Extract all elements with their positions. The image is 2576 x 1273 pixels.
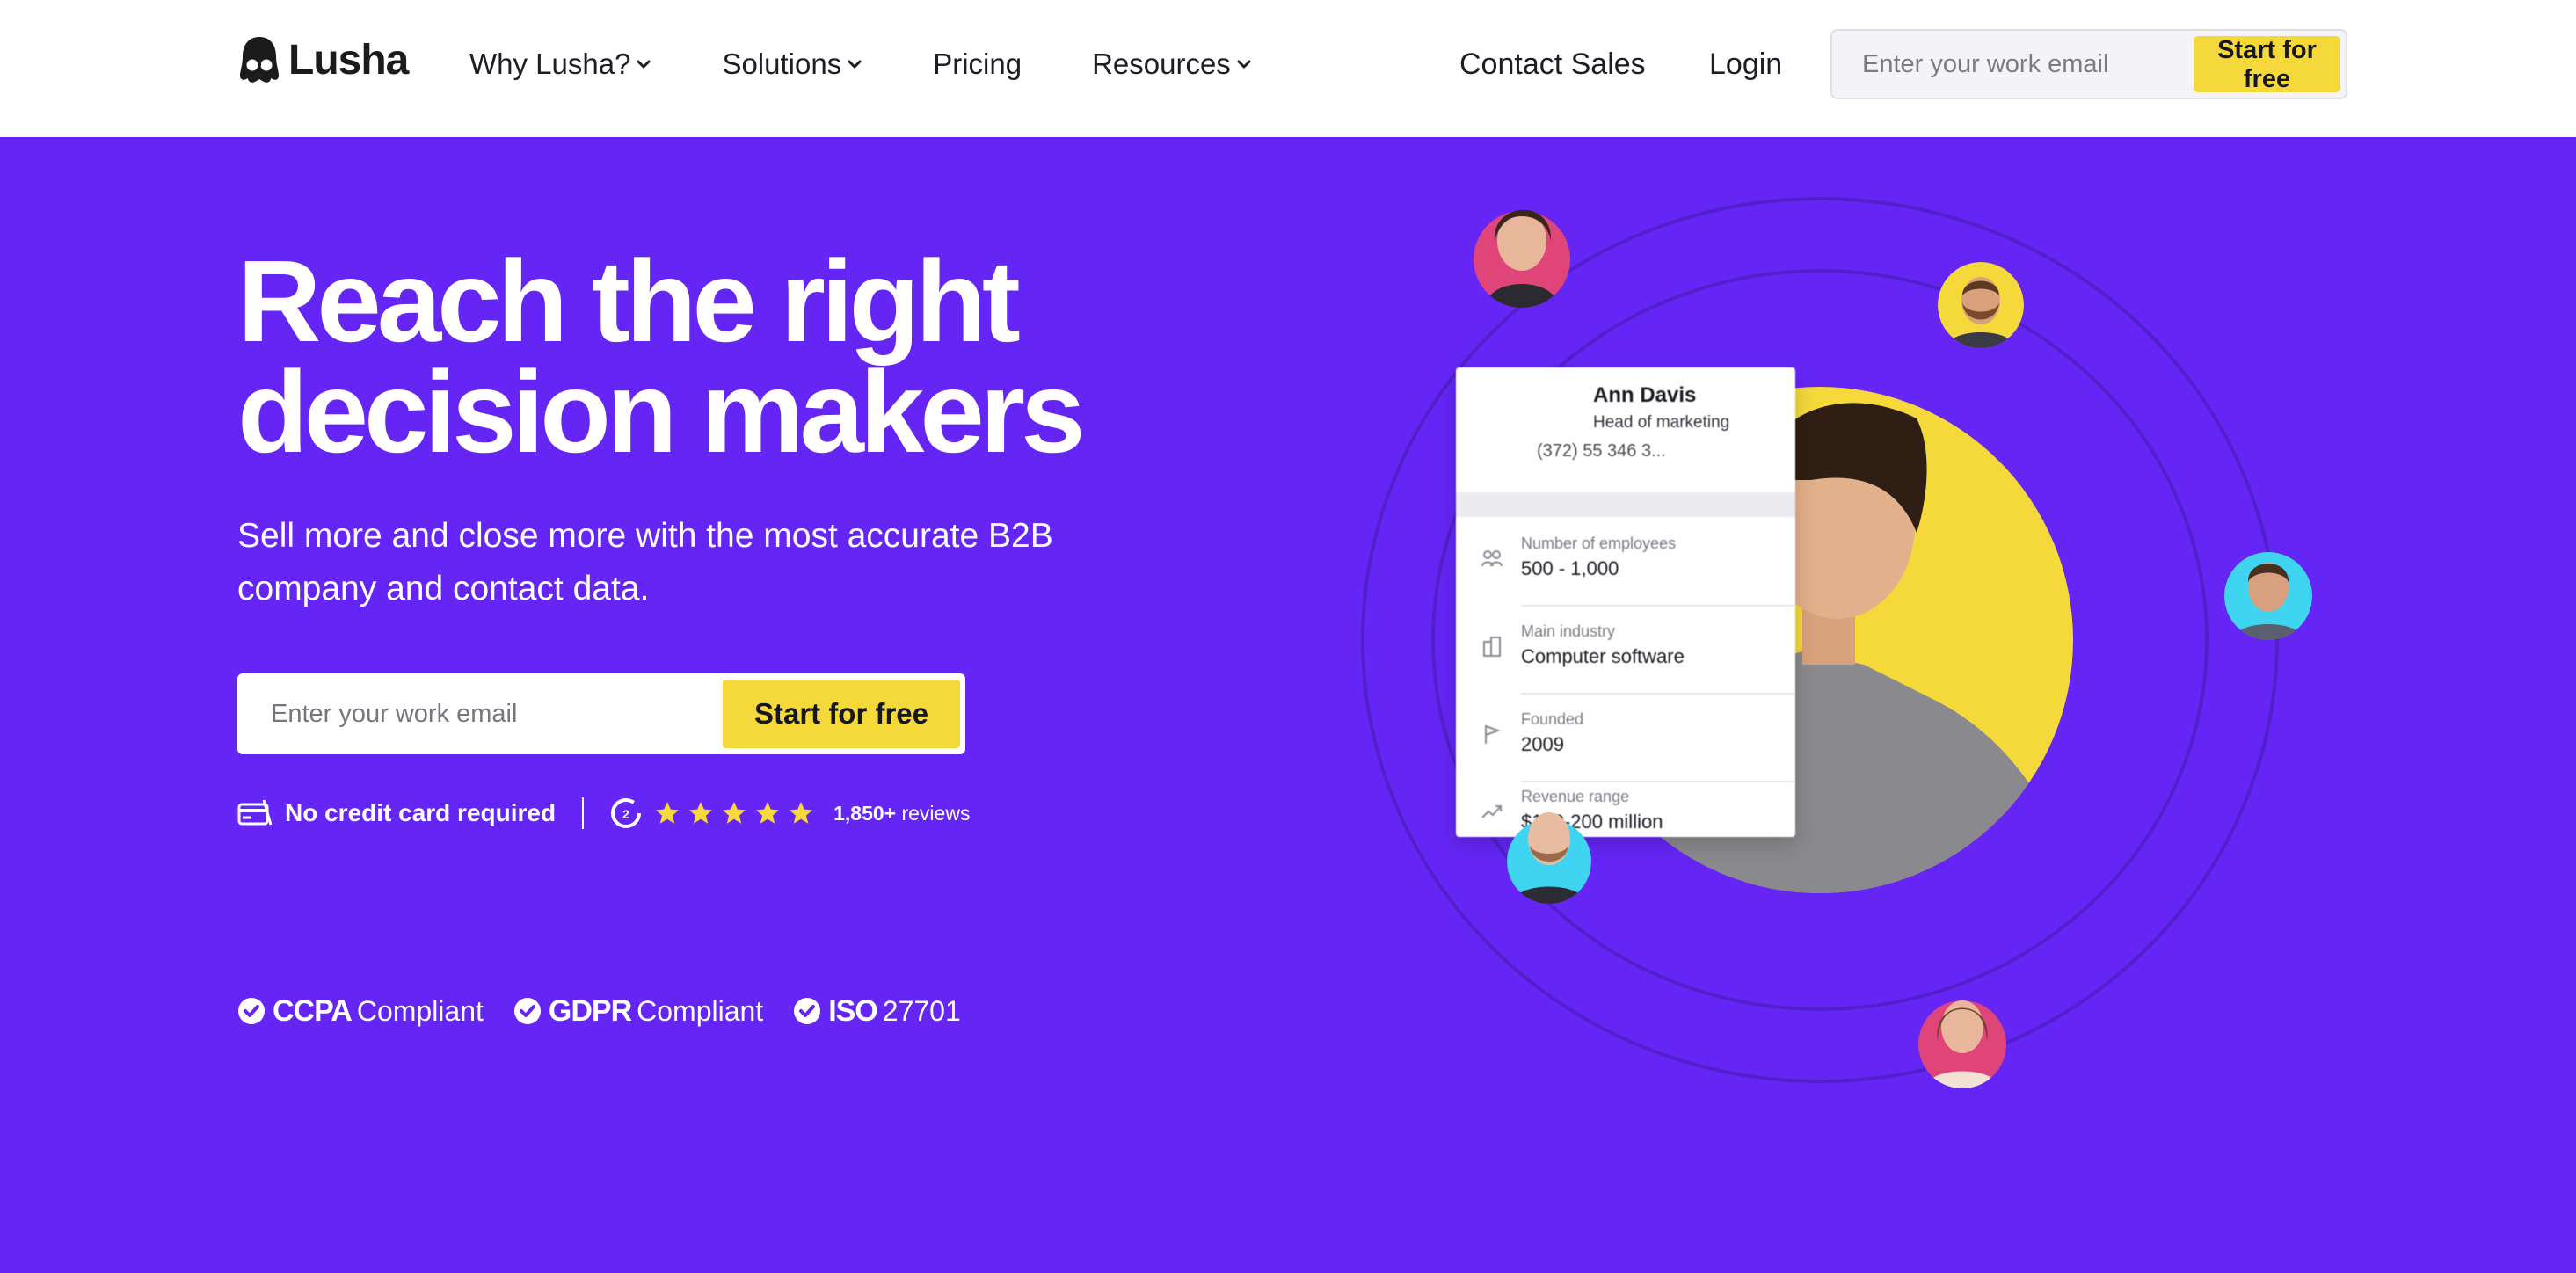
- check-circle-icon: [238, 998, 265, 1024]
- contact-card: Ann Davis Head of marketing (372) 55 346…: [1456, 367, 1795, 837]
- header-start-free-button[interactable]: Start for free: [2194, 36, 2340, 93]
- iso-strong: ISO: [828, 993, 878, 1028]
- divider: [1521, 605, 1794, 607]
- contact-name: Ann Davis: [1593, 383, 1697, 407]
- header-email-input[interactable]: [1836, 34, 2194, 94]
- main-nav: Why Lusha? Solutions Pricing Resources: [469, 44, 1322, 84]
- ccpa-strong: CCPA: [273, 993, 353, 1028]
- hero-headline: Reach the right decision makers: [237, 236, 1204, 476]
- hero-subheadline: Sell more and close more with the most a…: [237, 517, 1053, 607]
- card-row-value: Computer software: [1521, 645, 1685, 667]
- check-circle-icon: [794, 998, 821, 1024]
- star-icon: [756, 802, 780, 824]
- avatar-ann-davis: [1474, 185, 1570, 308]
- reviews-count: 1,850+: [833, 801, 897, 825]
- divider: [582, 797, 585, 829]
- nav-why-lusha-label: Why Lusha?: [469, 47, 631, 80]
- star-icon: [790, 802, 813, 824]
- gdpr-light: Compliant: [637, 994, 764, 1027]
- nav-solutions-label: Solutions: [722, 47, 842, 80]
- hero-signup-form: Start for free: [237, 673, 965, 754]
- nav-resources-label: Resources: [1092, 47, 1231, 80]
- site-header: Lusha Why Lusha? Solutions Pricing Resou…: [0, 0, 2576, 137]
- card-divider-band: [1456, 492, 1795, 517]
- reviews-text[interactable]: 1,850+ reviews: [833, 802, 970, 826]
- no-credit-card-label: No credit card required: [285, 799, 557, 826]
- check-circle-icon: [513, 998, 541, 1024]
- iso-badge: ISO 27701: [793, 994, 961, 1029]
- avatar-man-cyan: [2224, 543, 2312, 640]
- card-row-label: Founded: [1521, 710, 1584, 728]
- gdpr-badge: GDPR Compliant: [513, 994, 763, 1029]
- star-rating: [654, 800, 814, 826]
- building-icon: [1483, 636, 1501, 657]
- hero-email-input[interactable]: [243, 679, 723, 749]
- logo-wordmark: Lusha: [288, 36, 409, 84]
- contact-sales-link[interactable]: Contact Sales: [1459, 44, 1646, 84]
- ccpa-light: Compliant: [356, 994, 484, 1027]
- iso-light: 27701: [882, 994, 961, 1027]
- card-row-value: 2009: [1521, 733, 1564, 755]
- avatar-bearded-man: [1938, 262, 2024, 348]
- contact-role: Head of marketing: [1593, 413, 1730, 432]
- svg-text:2: 2: [622, 807, 629, 821]
- ccpa-badge: CCPA Compliant: [237, 994, 484, 1029]
- divider: [1521, 693, 1794, 695]
- card-row-industry: Main industry Computer software: [1481, 617, 1794, 695]
- header-signup-form: Start for free: [1830, 29, 2347, 99]
- contact-phone: (372) 55 346 3...: [1537, 441, 1666, 461]
- card-row-label: Main industry: [1521, 622, 1616, 640]
- nav-pricing[interactable]: Pricing: [933, 47, 1022, 81]
- credit-card-icon: [237, 799, 273, 826]
- card-row-founded: Founded 2009: [1481, 705, 1794, 782]
- card-row-employees: Number of employees 500 - 1,000: [1481, 529, 1794, 607]
- nav-resources[interactable]: Resources: [1092, 47, 1252, 81]
- star-icon: [656, 802, 680, 824]
- avatar-bald-man: [1507, 795, 1591, 904]
- chevron-down-icon: [1237, 60, 1251, 69]
- flag-icon: [1485, 724, 1501, 744]
- no-credit-card: No credit card required: [237, 798, 556, 828]
- nav-solutions[interactable]: Solutions: [722, 47, 862, 81]
- card-row-label: Number of employees: [1521, 535, 1677, 552]
- trend-icon: [1481, 805, 1502, 818]
- lusha-logo-icon: [240, 37, 279, 83]
- login-link[interactable]: Login: [1709, 44, 1782, 84]
- reviews-label: reviews: [901, 801, 971, 825]
- nav-why-lusha[interactable]: Why Lusha?: [469, 47, 651, 81]
- compliance-badges: CCPA Compliant GDPR Compliant ISO 27701: [237, 992, 991, 1030]
- card-row-value: 500 - 1,000: [1521, 557, 1619, 579]
- hero-headline-line2: decision makers: [237, 347, 1086, 476]
- hero-headline-line1: Reach the right: [237, 236, 1021, 366]
- star-icon: [723, 802, 746, 824]
- g2-logo-icon[interactable]: 2: [610, 797, 642, 829]
- lusha-logo[interactable]: Lusha: [239, 35, 409, 84]
- nav-pricing-label: Pricing: [933, 47, 1022, 80]
- chevron-down-icon: [848, 60, 862, 69]
- chevron-down-icon: [637, 60, 651, 69]
- avatar-woman-pink: [1918, 979, 2006, 1088]
- gdpr-strong: GDPR: [548, 993, 632, 1028]
- star-icon: [689, 802, 713, 824]
- hero-section: Reach the right decision makers Sell mor…: [0, 137, 2576, 1273]
- people-icon: [1481, 550, 1503, 567]
- social-proof: No credit card required 2 1,850+ reviews: [237, 793, 970, 833]
- hero-start-free-button[interactable]: Start for free: [723, 680, 960, 748]
